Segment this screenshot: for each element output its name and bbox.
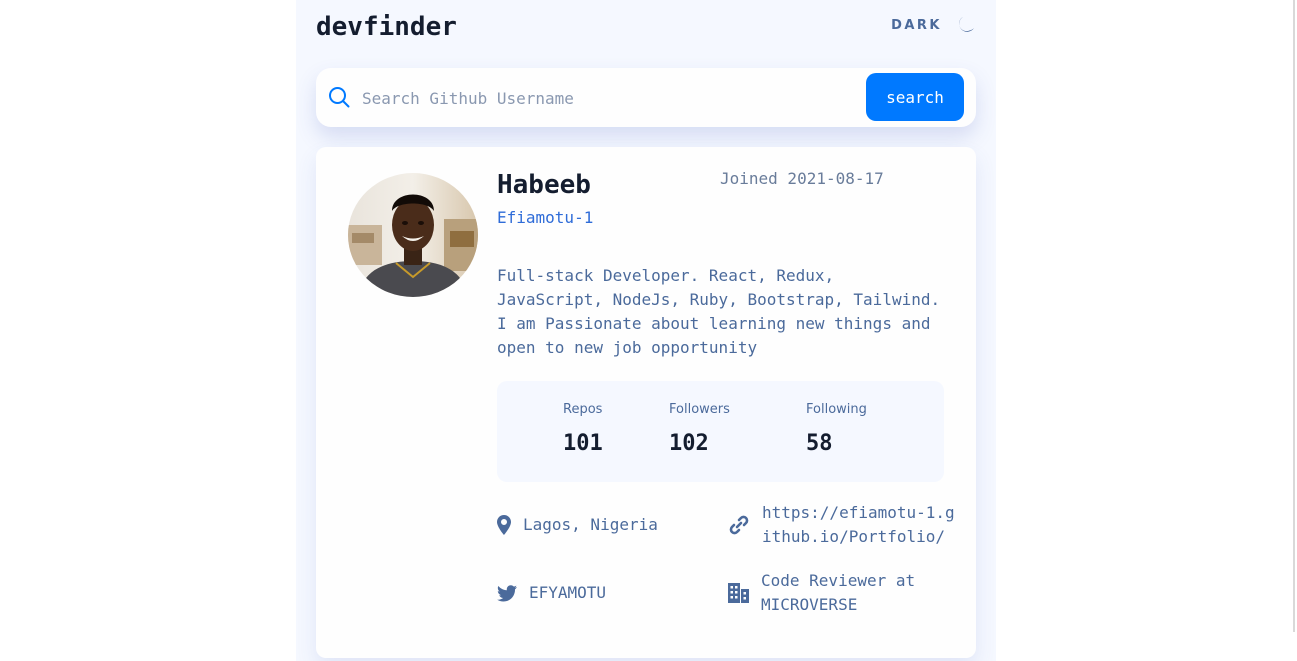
profile-name: Habeeb — [497, 170, 591, 200]
stat-followers-value: 102 — [669, 431, 709, 456]
location-pin-icon — [497, 515, 511, 535]
location-text: Lagos, Nigeria — [523, 515, 658, 534]
stat-repos: Repos 101 — [563, 401, 603, 457]
profile-bio: Full-stack Developer. React, Redux, Java… — [497, 266, 941, 357]
info-location: Lagos, Nigeria — [497, 513, 658, 537]
stat-repos-label: Repos — [563, 402, 603, 417]
profile-card: Habeeb Efiamotu-1 Joined 2021-08-17 Full… — [316, 147, 976, 658]
company-text[interactable]: Code Reviewer at MICROVERSE — [761, 569, 918, 617]
moon-icon — [959, 17, 974, 32]
website-link[interactable]: https://efiamotu-1.github.io/Portfolio/ — [762, 501, 958, 549]
stat-followers: Followers 102 — [669, 401, 730, 457]
app-logo: devfinder — [316, 12, 457, 42]
profile-username-link[interactable]: Efiamotu-1 — [497, 207, 593, 229]
search-bar: search — [316, 68, 976, 127]
info-company: Code Reviewer at MICROVERSE — [728, 569, 918, 617]
stat-following: Following 58 — [806, 401, 867, 457]
stat-repos-value: 101 — [563, 431, 603, 456]
avatar-photo — [348, 173, 478, 297]
stats-panel: Repos 101 Followers 102 Following 58 — [497, 381, 944, 482]
search-icon — [329, 87, 350, 108]
link-icon — [729, 515, 749, 535]
joined-date: Joined 2021-08-17 — [720, 169, 884, 188]
avatar — [348, 173, 478, 297]
stat-followers-label: Followers — [669, 402, 730, 417]
stat-following-value: 58 — [806, 431, 833, 456]
theme-toggle-button[interactable]: DARK — [891, 15, 976, 35]
search-button[interactable]: search — [866, 73, 964, 121]
scrollbar-edge — [1293, 0, 1295, 632]
twitter-icon — [497, 584, 517, 601]
info-website: https://efiamotu-1.github.io/Portfolio/ — [728, 501, 958, 549]
app-container: devfinder DARK search — [296, 0, 996, 661]
search-input[interactable] — [360, 82, 854, 114]
building-icon — [728, 583, 749, 603]
stat-following-label: Following — [806, 402, 867, 417]
theme-toggle-label: DARK — [891, 17, 942, 33]
twitter-handle[interactable]: EFYAMOTU — [529, 581, 606, 605]
info-twitter: EFYAMOTU — [497, 581, 606, 605]
header: devfinder DARK — [316, 10, 976, 44]
